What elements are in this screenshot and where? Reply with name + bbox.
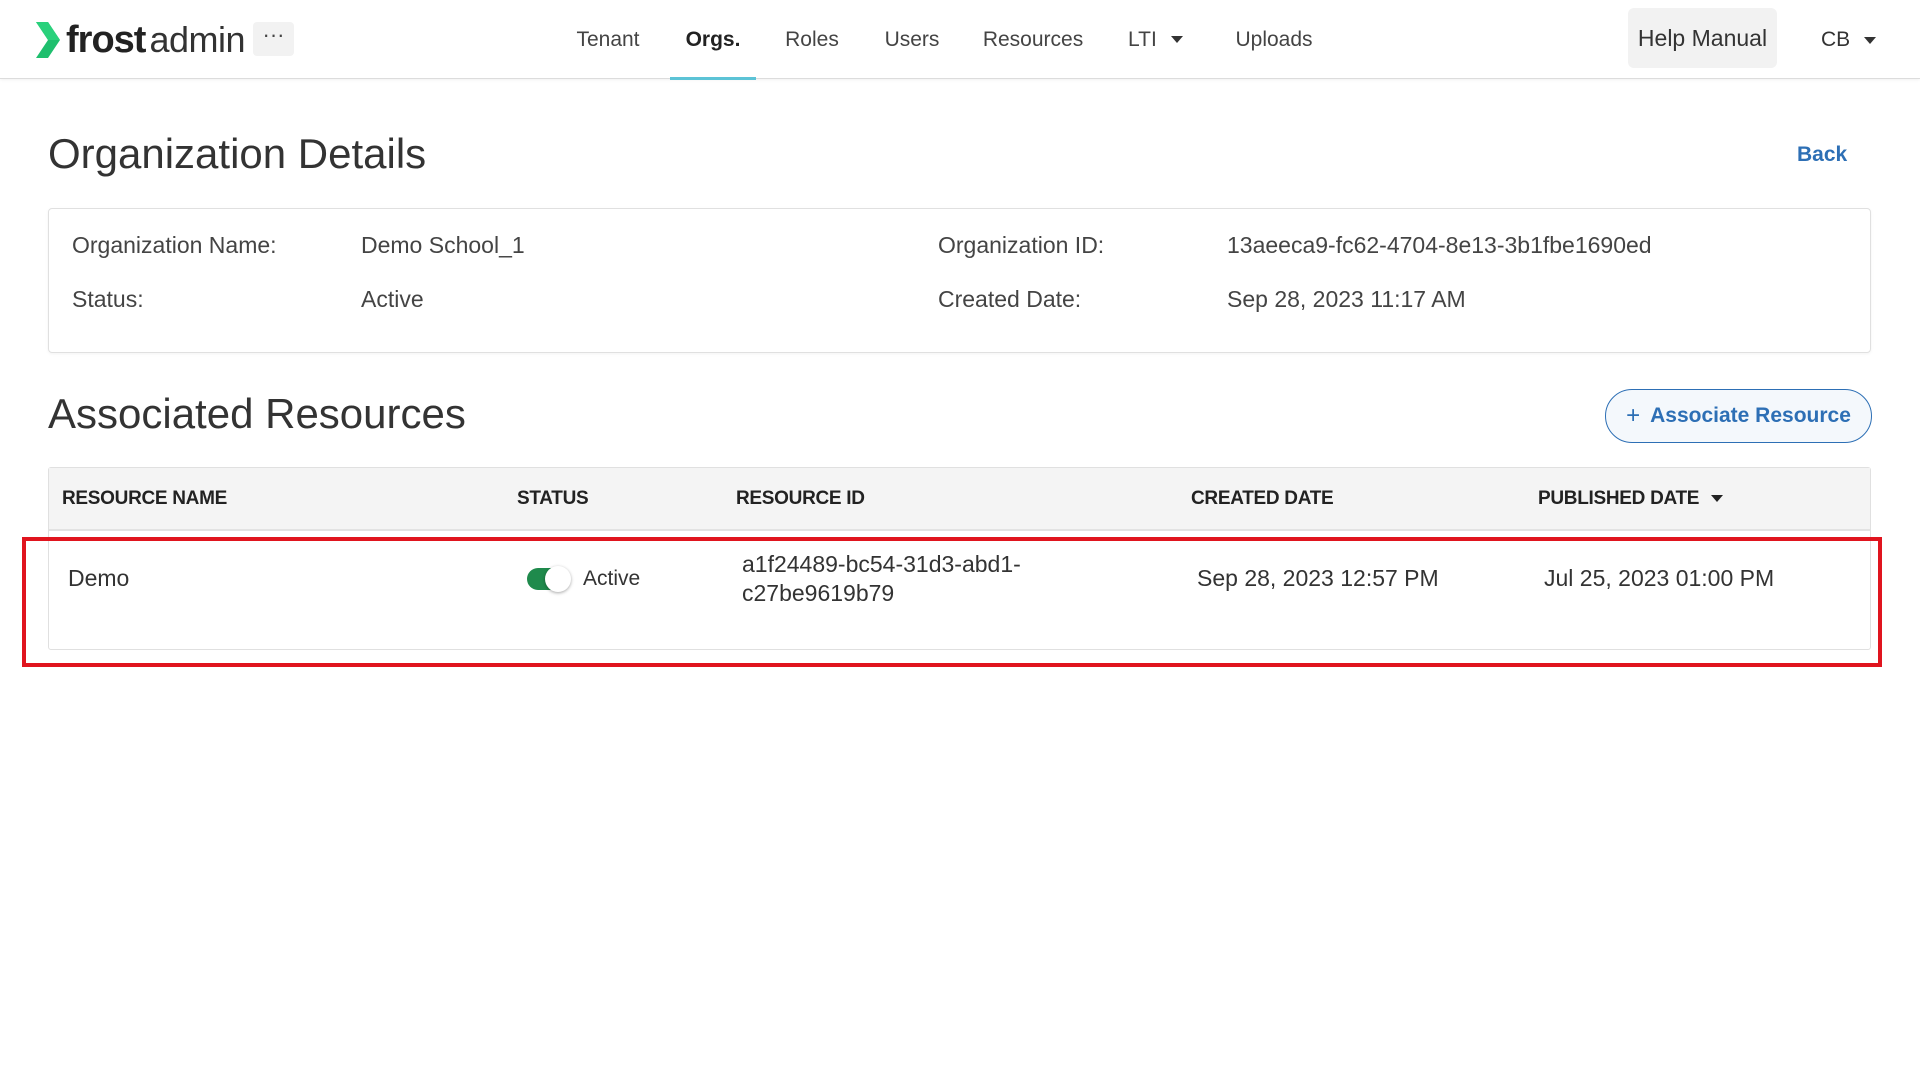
- help-manual-label: Help Manual: [1637, 24, 1768, 51]
- user-menu[interactable]: CB: [1821, 22, 1877, 58]
- org-status-value: Active: [361, 286, 424, 312]
- column-header-label: RESOURCE NAME: [62, 487, 228, 509]
- nav-tab-label: Tenant: [576, 27, 640, 51]
- nav-tab-tenant[interactable]: Tenant: [575, 0, 641, 79]
- logo-text-admin: admin: [149, 19, 246, 60]
- org-id-label: Organization ID:: [938, 232, 1105, 258]
- user-initials: CB: [1821, 28, 1851, 51]
- column-header-published-date[interactable]: PUBLISHED DATE: [1538, 468, 1724, 529]
- more-options-button[interactable]: ···: [253, 22, 294, 56]
- nav-tab-orgs[interactable]: Orgs.: [670, 0, 756, 80]
- column-header-status[interactable]: STATUS: [517, 468, 589, 529]
- column-header-label: CREATED DATE: [1191, 487, 1334, 509]
- logo-text-frost: frost: [66, 18, 146, 61]
- nav-tab-label: Users: [884, 27, 940, 51]
- associated-resources-title: Associated Resources: [48, 390, 466, 437]
- back-link[interactable]: Back: [1797, 143, 1847, 167]
- nav-tab-label: Roles: [785, 27, 839, 51]
- caret-down-icon: [1170, 36, 1183, 43]
- associate-resource-label: Associate Resource: [1650, 404, 1851, 427]
- frost-admin-logo[interactable]: frost admin: [34, 18, 246, 62]
- sort-caret-down-icon: [1711, 495, 1724, 502]
- org-created-label: Created Date:: [938, 286, 1082, 312]
- nav-tab-lti[interactable]: LTI: [1128, 0, 1183, 79]
- nav-tab-label: Uploads: [1235, 27, 1313, 51]
- table-header: RESOURCE NAME STATUS RESOURCE ID CREATED…: [49, 468, 1870, 531]
- organization-details-card: Organization Name: Demo School_1 Status:…: [48, 208, 1871, 353]
- column-header-label: STATUS: [517, 487, 589, 509]
- column-header-label: PUBLISHED DATE: [1538, 487, 1700, 509]
- page-title: Organization Details: [48, 130, 427, 177]
- frost-chevron-icon: [36, 22, 60, 58]
- top-navigation-bar: frost admin ··· Tenant Orgs. Roles Users…: [0, 0, 1920, 80]
- org-id-value: 13aeeca9-fc62-4704-8e13-3b1fbe1690ed: [1227, 232, 1652, 258]
- associate-resource-button[interactable]: + Associate Resource: [1605, 389, 1872, 443]
- org-created-value: Sep 28, 2023 11:17 AM: [1227, 286, 1466, 312]
- nav-tab-uploads[interactable]: Uploads: [1234, 0, 1314, 79]
- nav-tab-label: Resources: [982, 27, 1084, 51]
- caret-down-icon: [1864, 36, 1877, 44]
- nav-tab-label: Orgs.: [685, 27, 741, 51]
- highlight-box: [22, 537, 1882, 667]
- org-name-label: Organization Name:: [72, 232, 277, 258]
- column-header-created-date[interactable]: CREATED DATE: [1191, 468, 1334, 529]
- plus-icon: +: [1626, 402, 1641, 429]
- nav-tab-users[interactable]: Users: [882, 0, 942, 79]
- nav-tab-resources[interactable]: Resources: [983, 0, 1083, 79]
- nav-tab-roles[interactable]: Roles: [783, 0, 841, 79]
- org-name-value: Demo School_1: [361, 232, 525, 258]
- column-header-resource-name[interactable]: RESOURCE NAME: [62, 468, 227, 529]
- more-dots-icon: ···: [262, 22, 285, 47]
- nav-tab-label: LTI: [1128, 27, 1157, 51]
- column-header-label: RESOURCE ID: [736, 487, 865, 509]
- help-manual-button[interactable]: Help Manual: [1628, 8, 1777, 68]
- column-header-resource-id[interactable]: RESOURCE ID: [736, 468, 865, 529]
- org-status-label: Status:: [72, 286, 144, 312]
